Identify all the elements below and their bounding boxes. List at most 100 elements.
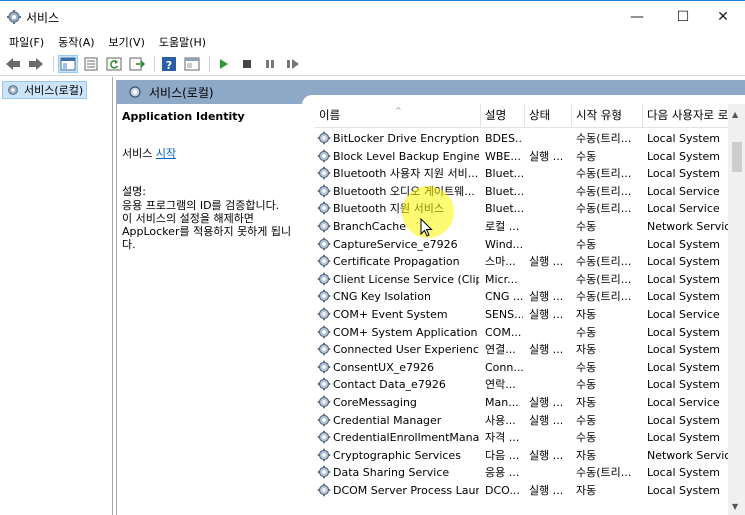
column-header-name[interactable]: 이름 ^ [315,104,481,128]
start-service-button[interactable] [214,55,234,73]
show-hide-tree-button[interactable] [58,54,78,73]
close-button[interactable]: ✕ [700,1,745,33]
cell-status [529,130,569,148]
service-gear-icon [317,184,331,201]
scrollbar-thumb[interactable] [732,142,742,172]
cell-log-on-as: Network Service [647,448,729,462]
table-row[interactable]: Cryptographic Services 다음 ... 실행 ... 자동 Netw… [315,447,729,465]
cell-status [529,183,569,201]
column-header-log-on-as[interactable]: 다음 사용자로 로 [643,104,729,128]
minimize-button[interactable]: — [614,1,660,33]
cell-description: 스마... [485,255,516,269]
service-gear-icon [317,219,331,236]
cell-status [529,165,569,183]
cell-status: 실행 ... [529,448,564,462]
table-row[interactable]: Block Level Backup Engine ... WBE... 실행 ..… [315,148,729,166]
table-row[interactable]: COM+ System Application COM... 수동 Local Sys… [315,324,729,342]
table-row[interactable]: BranchCache 로컬 ... 수동 Network Service [315,218,729,236]
service-gear-icon [317,254,331,271]
cell-startup-type: 수동 [576,220,597,233]
cell-startup-type: 수동(트리... [576,272,632,286]
cell-description: DCO... [485,484,520,497]
column-header-status[interactable]: 상태 [525,104,572,128]
cell-status: 실행 ... [529,149,564,163]
menu-view[interactable]: 보기(V) [104,32,150,52]
scroll-up-icon[interactable]: ▲ [732,110,738,119]
cell-name: CredentialEnrollmentManag... [333,431,479,445]
pause-service-button[interactable] [260,55,280,73]
table-row[interactable]: Certificate Propagation 스마... 실행 ... 수동(트리.… [315,253,729,271]
show-hide-tree-icon [60,57,76,70]
refresh-button[interactable] [104,55,124,73]
cell-status [529,200,569,218]
table-row[interactable]: Connected User Experiences... 연결... 실행 ...… [315,341,729,359]
cell-name: Contact Data_e7926 [333,378,446,392]
cell-startup-type: 수동(트리... [576,202,632,216]
start-service-link[interactable]: 시작 [156,147,176,160]
column-header-startup-type[interactable]: 시작 유형 [572,104,643,128]
table-row[interactable]: COM+ Event System SENS... 실행 ... 자동 Local Se… [315,306,729,324]
service-gear-icon [317,342,331,359]
services-gear-icon [8,85,18,95]
column-header-description[interactable]: 설명 [481,104,525,128]
table-row[interactable]: DCOM Server Process Laun... DCO... 실행 ... 자… [315,482,729,500]
service-gear-icon [317,448,331,465]
table-row[interactable]: Bluetooth 지원 서비스 Bluet... 수동(트리... Local Se… [315,200,729,218]
back-button[interactable] [3,55,23,73]
service-gear-icon [317,413,331,430]
cell-description: COM... [485,325,522,339]
service-gear-icon [317,131,331,148]
table-row[interactable]: CredentialEnrollmentManag... 자격 ... 수동 Loca… [315,429,729,447]
properties-icon [84,57,98,70]
service-gear-icon [317,289,331,306]
cell-description: 자격 ... [485,431,520,445]
toggle-pane-button[interactable] [182,55,202,73]
cell-name: CaptureService_e7926 [333,237,458,251]
service-gear-icon [317,166,331,183]
table-row[interactable]: Contact Data_e7926 연락... 수동 Local System [315,376,729,394]
scroll-down-icon[interactable]: ▼ [732,502,738,511]
forward-button[interactable] [26,55,46,73]
stop-service-button[interactable] [237,55,257,73]
services-pane: 서비스(로컬) Application Identity 서비스 시작 설명: … [116,80,745,515]
vertical-scrollbar[interactable]: ▲ ▼ [728,104,745,515]
table-row[interactable]: ConsentUX_e7926 Conn... 수동 Local System [315,359,729,377]
cell-log-on-as: Local System [647,237,721,251]
back-icon [6,57,20,70]
cell-startup-type: 수동 [576,431,597,445]
cell-description: 연락... [485,378,516,392]
menu-file[interactable]: 파일(F) [4,32,49,52]
pane-header: 서비스(로컬) [117,80,745,107]
cell-startup-type: 자동 [576,308,597,321]
pause-service-icon [266,59,274,68]
toggle-pane-icon [184,57,200,70]
table-row[interactable]: Bluetooth 사용자 지원 서비... Bluet... 수동(트리... Lo… [315,165,729,183]
console-tree: 서비스(로컬) [0,77,113,515]
table-row[interactable]: CNG Key Isolation CNG ... 실행 ... 수동(트리... Lo… [315,288,729,306]
table-row[interactable]: Credential Manager 사용... 실행 ... 수동 Local Sys… [315,412,729,430]
menu-help[interactable]: 도움말(H) [154,32,211,52]
table-row[interactable]: Bluetooth 오디오 게이트웨... Bluet... 수동(트리... Loc… [315,183,729,201]
cell-log-on-as: Local Service [647,308,720,321]
maximize-icon: ☐ [676,9,690,25]
table-row[interactable]: Client License Service (ClipS... Micr... 수… [315,271,729,289]
help-icon: ? [162,56,176,72]
cell-log-on-as: Local Service [647,202,720,216]
cell-name: Client License Service (ClipS... [333,272,479,286]
service-gear-icon [317,430,331,447]
service-action-prefix: 서비스 [122,147,153,160]
help-button[interactable]: ? [159,55,179,73]
menu-action[interactable]: 동작(A) [53,32,99,52]
cell-log-on-as: Network Service [647,220,729,233]
properties-button[interactable] [81,55,101,73]
table-row[interactable]: BitLocker Drive Encryption ... BDES... 수동(… [315,130,729,148]
cell-description: CNG ... [485,290,523,304]
table-row[interactable]: Data Sharing Service 응용 ... 수동(트리... Local … [315,464,729,482]
cell-name: Connected User Experiences... [333,343,479,357]
table-row[interactable]: CoreMessaging Man... 실행 ... 자동 Local Service [315,394,729,412]
export-button[interactable] [127,55,147,73]
tree-item-services-local[interactable]: 서비스(로컬) [2,81,88,99]
cell-status: 실행 ... [529,290,564,304]
table-row[interactable]: CaptureService_e7926 Wind... 수동 Local Syste… [315,236,729,254]
restart-service-button[interactable] [283,55,303,73]
